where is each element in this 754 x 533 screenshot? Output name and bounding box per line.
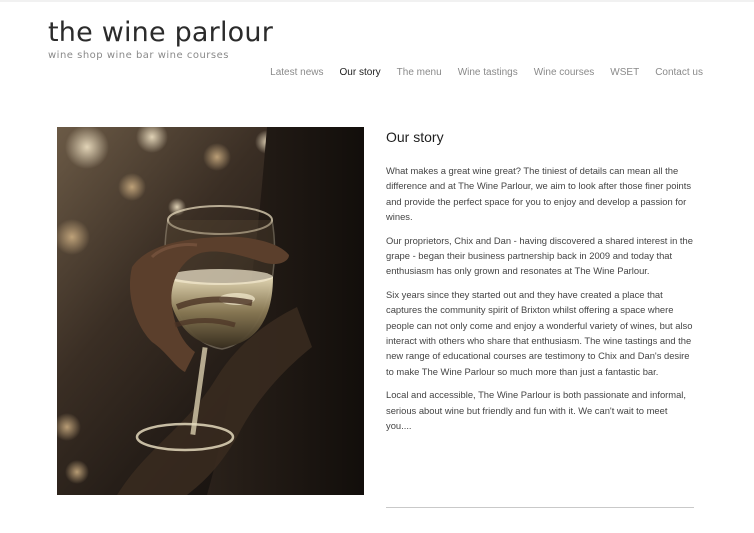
nav-wine-courses[interactable]: Wine courses [534, 67, 595, 78]
site-logo[interactable]: the wine parlour wine shop wine bar wine… [48, 16, 273, 61]
story-paragraph-1: What makes a great wine great? The tinie… [386, 165, 692, 223]
story-paragraph-2: Our proprietors, Chix and Dan - having d… [386, 234, 693, 277]
nav-latest-news[interactable]: Latest news [270, 67, 323, 78]
site-title: the wine parlour [48, 17, 274, 48]
site-tagline: wine shop wine bar wine courses [48, 50, 229, 61]
nav-wset[interactable]: WSET [610, 67, 639, 78]
main-navigation: Latest news Our story The menu Wine tast… [254, 67, 703, 78]
nav-wine-tastings[interactable]: Wine tastings [458, 67, 518, 78]
story-paragraph-3: Six years since they started out and the… [386, 288, 693, 377]
content-divider [386, 507, 694, 508]
story-heading: Our story [386, 129, 444, 145]
nav-contact-us[interactable]: Contact us [655, 67, 703, 78]
top-border [0, 0, 754, 2]
story-paragraph-4: Local and accessible, The Wine Parlour i… [386, 389, 686, 432]
story-content: Our story What makes a great wine great?… [386, 127, 694, 442]
nav-the-menu[interactable]: The menu [397, 67, 442, 78]
wine-glass-photo [57, 127, 364, 495]
nav-our-story[interactable]: Our story [340, 67, 381, 78]
